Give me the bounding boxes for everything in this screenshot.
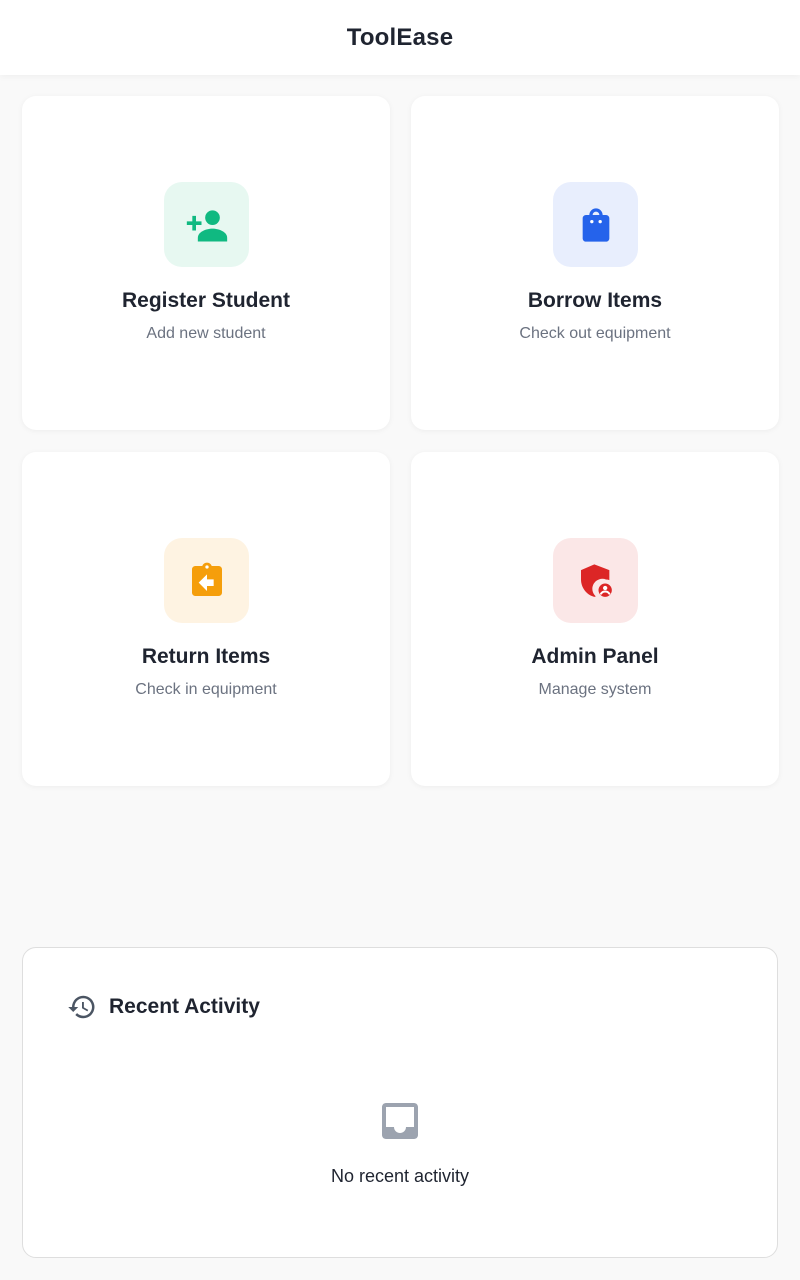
app-title: ToolEase — [346, 23, 454, 51]
admin-panel-subtitle: Manage system — [538, 681, 652, 698]
recent-activity-title: Recent Activity — [109, 995, 260, 1018]
recent-activity-header: Recent Activity — [67, 992, 260, 1022]
admin-shield-icon — [580, 563, 613, 598]
shopping-bag-icon — [582, 207, 609, 242]
return-items-card[interactable]: Return Items Check in equipment — [22, 452, 390, 786]
return-items-title: Return Items — [141, 645, 271, 668]
return-items-icon-tile — [164, 538, 249, 623]
register-student-card[interactable]: Register Student Add new student — [22, 96, 390, 430]
borrow-items-subtitle: Check out equipment — [519, 325, 671, 342]
return-items-subtitle: Check in equipment — [135, 681, 277, 698]
borrow-items-icon-tile — [553, 182, 638, 267]
assignment-return-icon — [191, 562, 222, 596]
person-add-icon — [186, 209, 227, 241]
admin-panel-icon-tile — [553, 538, 638, 623]
register-student-subtitle: Add new student — [146, 325, 266, 342]
register-student-title: Register Student — [121, 289, 291, 312]
admin-panel-title: Admin Panel — [531, 645, 659, 668]
app-bar: ToolEase — [0, 0, 800, 75]
history-icon — [68, 995, 95, 1019]
admin-panel-card[interactable]: Admin Panel Manage system — [411, 452, 779, 786]
inbox-icon — [382, 1103, 418, 1139]
register-student-icon-tile — [164, 182, 249, 267]
empty-state-text: No recent activity — [330, 1166, 470, 1186]
borrow-items-title: Borrow Items — [527, 289, 663, 312]
borrow-items-card[interactable]: Borrow Items Check out equipment — [411, 96, 779, 430]
recent-activity-panel: Recent Activity No recent activity — [22, 947, 778, 1258]
